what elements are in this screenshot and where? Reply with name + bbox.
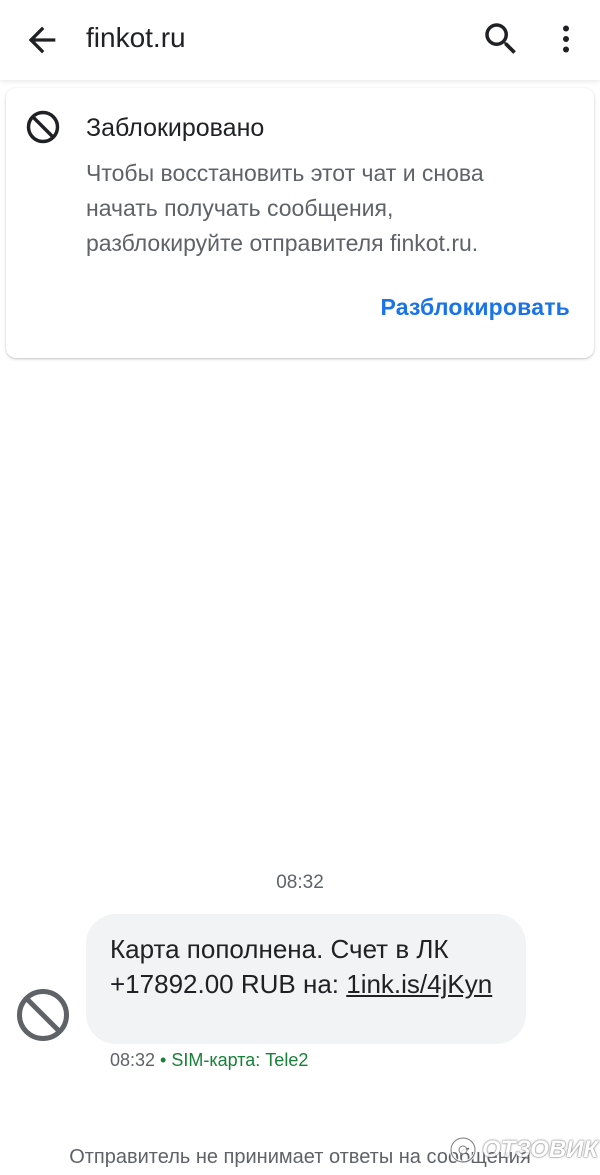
- app-bar: finkot.ru: [0, 0, 600, 80]
- watermark: ОТЗОВИК: [448, 1130, 598, 1170]
- sim-label: SIM-карта: Tele2: [171, 1050, 309, 1070]
- message-date-header: 08:32: [276, 872, 324, 893]
- arrow-back-icon[interactable]: [22, 20, 62, 60]
- message-link[interactable]: 1ink.is/4jKyn: [346, 969, 492, 999]
- more-vert-icon[interactable]: [548, 18, 584, 60]
- blocked-banner: Заблокировано Чтобы восстановить этот ча…: [6, 88, 594, 358]
- watermark-text: ОТЗОВИК: [482, 1136, 599, 1163]
- conversation-title: finkot.ru: [86, 22, 186, 53]
- unblock-button[interactable]: Разблокировать: [380, 294, 570, 321]
- blocked-sender-icon: [16, 988, 70, 1042]
- search-icon[interactable]: [480, 18, 522, 60]
- message-time: 08:32: [110, 1050, 156, 1070]
- watermark-logo-icon: [449, 1136, 477, 1164]
- blocked-title: Заблокировано: [86, 114, 265, 142]
- meta-separator: •: [155, 1050, 172, 1070]
- message-meta: 08:32 • SIM-карта: Tele2: [110, 1050, 308, 1071]
- block-icon: [26, 110, 60, 144]
- message-bubble[interactable]: Карта пополнена. Счет в ЛК +17892.00 RUB…: [86, 914, 526, 1044]
- blocked-description: Чтобы восстановить этот чат и снова нача…: [86, 160, 484, 256]
